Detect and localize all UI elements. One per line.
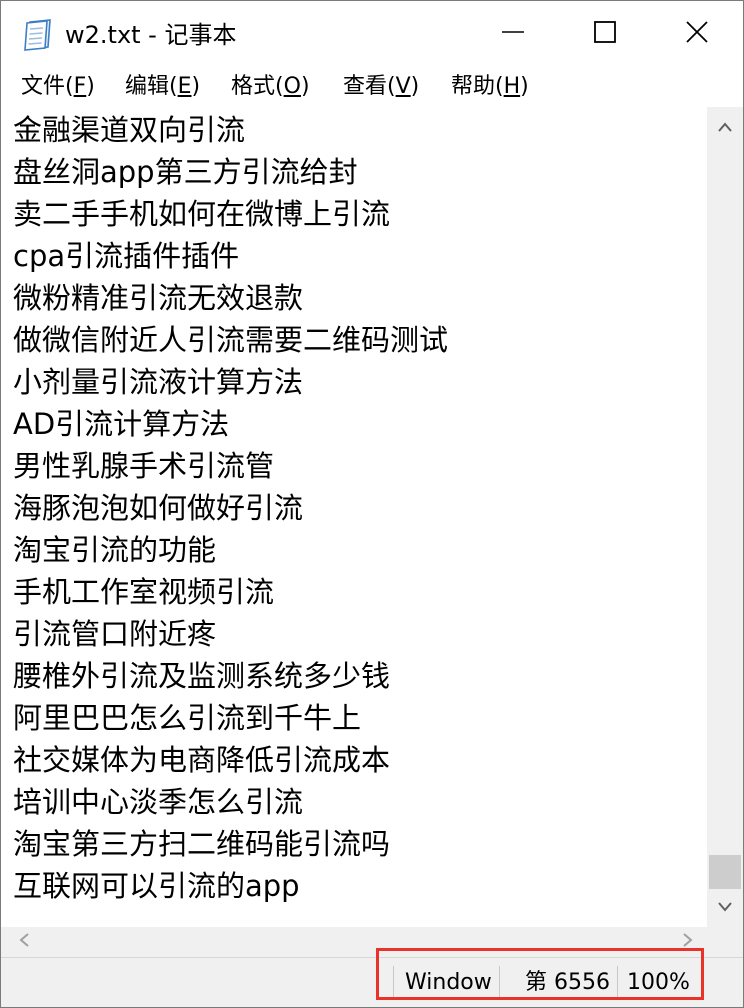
- status-separator: [393, 966, 394, 1000]
- window-title: w2.txt - 记事本: [65, 21, 237, 49]
- scroll-down-button[interactable]: [707, 887, 743, 927]
- menu-help[interactable]: 帮助(H): [451, 71, 529, 103]
- status-separator: [499, 966, 500, 1000]
- text-line[interactable]: 培训中心淡季怎么引流: [13, 781, 303, 823]
- scroll-right-button[interactable]: [673, 927, 703, 957]
- status-zoom: 100%: [627, 970, 690, 995]
- text-line[interactable]: 腰椎外引流及监测系统多少钱: [13, 655, 390, 697]
- status-position: 第 6556: [525, 970, 610, 995]
- text-line[interactable]: 微粉精准引流无效退款: [13, 277, 303, 319]
- maximize-icon: [593, 20, 617, 48]
- vertical-scrollbar[interactable]: [707, 107, 743, 927]
- text-line[interactable]: AD引流计算方法: [13, 403, 229, 445]
- status-bar: Window 第 6556 100%: [1, 957, 743, 1007]
- menu-format[interactable]: 格式(O): [231, 71, 310, 103]
- text-line[interactable]: 做微信附近人引流需要二维码测试: [13, 319, 448, 361]
- text-line[interactable]: 手机工作室视频引流: [13, 571, 274, 613]
- maximize-button[interactable]: [559, 1, 651, 67]
- text-line[interactable]: 互联网可以引流的app: [13, 865, 300, 907]
- chevron-right-icon: [682, 932, 694, 952]
- text-line[interactable]: cpa引流插件插件: [13, 235, 239, 277]
- chevron-up-icon: [717, 118, 733, 137]
- title-bar[interactable]: w2.txt - 记事本: [1, 1, 743, 67]
- scroll-left-button[interactable]: [9, 927, 39, 957]
- text-line[interactable]: 小剂量引流液计算方法: [13, 361, 303, 403]
- text-line[interactable]: 盘丝洞app第三方引流给封: [13, 151, 358, 193]
- status-separator: [617, 966, 618, 1000]
- scroll-up-button[interactable]: [707, 107, 743, 147]
- chevron-down-icon: [717, 898, 733, 917]
- minimize-button[interactable]: [467, 1, 559, 67]
- scrollbar-corner: [707, 927, 743, 957]
- minimize-icon: [501, 20, 525, 48]
- text-editor[interactable]: 金融渠道双向引流 盘丝洞app第三方引流给封 卖二手手机如何在微博上引流 cpa…: [1, 107, 707, 927]
- status-line-ending: Window: [405, 970, 492, 995]
- text-line[interactable]: 阿里巴巴怎么引流到千牛上: [13, 697, 361, 739]
- menu-bar: 文件(F) 编辑(E) 格式(O) 查看(V) 帮助(H): [1, 67, 743, 107]
- notepad-icon: [21, 17, 55, 51]
- text-line[interactable]: 男性乳腺手术引流管: [13, 445, 274, 487]
- text-line[interactable]: 卖二手手机如何在微博上引流: [13, 193, 390, 235]
- text-line[interactable]: 社交媒体为电商降低引流成本: [13, 739, 390, 781]
- menu-view[interactable]: 查看(V): [343, 71, 419, 103]
- text-line[interactable]: 引流管口附近疼: [13, 613, 216, 655]
- close-icon: [685, 20, 709, 48]
- text-line[interactable]: 金融渠道双向引流: [13, 109, 245, 151]
- menu-file[interactable]: 文件(F): [21, 71, 95, 103]
- menu-edit[interactable]: 编辑(E): [125, 71, 200, 103]
- close-button[interactable]: [651, 1, 743, 67]
- notepad-window: w2.txt - 记事本 文件(F) 编辑(E) 格式(O) 查看(V) 帮助(…: [0, 0, 744, 1008]
- text-line[interactable]: 海豚泡泡如何做好引流: [13, 487, 303, 529]
- text-line[interactable]: 淘宝第三方扫二维码能引流吗: [13, 823, 390, 865]
- chevron-left-icon: [18, 932, 30, 952]
- scroll-thumb[interactable]: [709, 855, 741, 889]
- text-line[interactable]: 淘宝引流的功能: [13, 529, 216, 571]
- horizontal-scrollbar[interactable]: [1, 927, 707, 957]
